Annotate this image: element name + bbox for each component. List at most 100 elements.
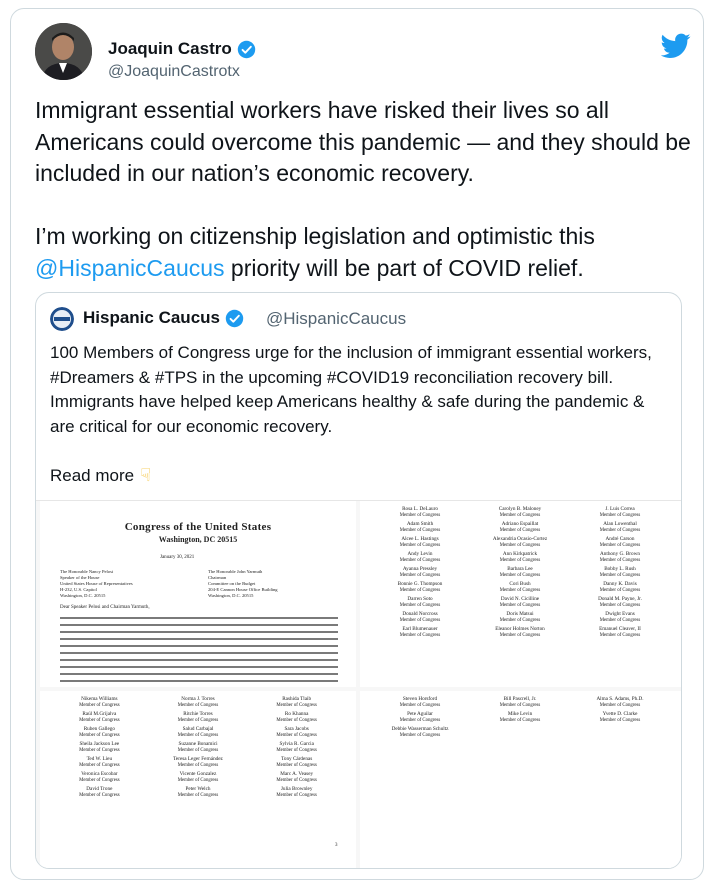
signer: Bonnie G. Thompson Member of Congress [370, 581, 470, 593]
signer-role: Member of Congress [79, 762, 120, 768]
signer-role: Member of Congress [399, 527, 441, 533]
signer-role: Member of Congress [599, 572, 641, 578]
quoted-tweet[interactable]: Hispanic Caucus @HispanicCaucus 100 Memb… [35, 292, 682, 869]
signer-role: Member of Congress [276, 702, 317, 708]
letter-date: January 30, 2021 [160, 555, 195, 560]
signer: Ro Khanna Member of Congress [247, 711, 346, 723]
author-avatar[interactable] [35, 23, 92, 80]
letter-image[interactable]: Congress of the United States Washington… [36, 500, 681, 868]
signer: Alma S. Adams, Ph.D. Member of Congress [570, 696, 670, 708]
signer: Darren Soto Member of Congress [370, 596, 470, 608]
letter-body-line [60, 652, 338, 654]
letter-body-line [60, 624, 338, 626]
signer-role: Member of Congress [276, 762, 317, 768]
author-name-text[interactable]: Joaquin Castro [108, 39, 232, 59]
signer: Alexandria Ocasio-Cortez Member of Congre… [470, 536, 570, 548]
signer: Earl Blumenauer Member of Congress [370, 626, 470, 638]
signer: Marc A. Veasey Member of Congress [247, 771, 346, 783]
signer-role: Member of Congress [177, 777, 219, 783]
letter-page-4: Steven Horsford Member of Congress Bill Pa… [360, 691, 681, 868]
signer: Nikema Williams Member of Congress [50, 696, 149, 708]
quote-author-avatar[interactable] [50, 307, 74, 331]
letter-body-line [60, 659, 338, 661]
signer: Julia Brownley Member of Congress [247, 786, 346, 798]
signer-role: Member of Congress [79, 792, 120, 798]
signer: Danny K. Davis Member of Congress [570, 581, 670, 593]
signer: Pete Aguilar Member of Congress [370, 711, 470, 723]
signer-role: Member of Congress [177, 792, 219, 798]
quote-text: 100 Members of Congress urge for the inc… [50, 343, 652, 436]
signer-role: Member of Congress [399, 542, 441, 548]
signer-role: Member of Congress [599, 632, 641, 638]
pointing-down-icon: ☟ [140, 465, 152, 485]
letter-page-1: Congress of the United States Washington… [40, 501, 356, 687]
read-more-link[interactable]: Read more ☟ [50, 465, 151, 486]
signer-role: Member of Congress [399, 617, 441, 623]
signer: Yvette D. Clarke Member of Congress [570, 711, 670, 723]
signer-role: Member of Congress [399, 512, 441, 518]
addressee-left: The Honorable Nancy Pelosi Speaker of th… [60, 569, 133, 598]
signer-role: Member of Congress [499, 527, 541, 533]
letter-page-2: Rosa L. DeLauro Member of Congress Carolyn… [360, 501, 681, 687]
signer-role: Member of Congress [499, 717, 541, 723]
signer: Ted W. Lieu Member of Congress [50, 756, 149, 768]
signer-role: Member of Congress [399, 717, 441, 723]
signer-role: Member of Congress [599, 512, 641, 518]
signer: Bill Pascrell, Jr. Member of Congress [470, 696, 570, 708]
signer: Donald M. Payne, Jr. Member of Congress [570, 596, 670, 608]
signer-role: Member of Congress [599, 557, 641, 563]
signer: Eleanor Holmes Norton Member of Congress [470, 626, 570, 638]
signer: Rashida Tlaib Member of Congress [247, 696, 346, 708]
signer-role: Member of Congress [499, 587, 541, 593]
signer: Suzanne Bonamici Member of Congress [149, 741, 248, 753]
signer: Norma J. Torres Member of Congress [149, 696, 248, 708]
signer: Anthony G. Brown Member of Congress [570, 551, 670, 563]
signer: Vicente Gonzalez Member of Congress [149, 771, 248, 783]
signer: Veronica Escobar Member of Congress [50, 771, 149, 783]
signer: Raúl M.Grijalva Member of Congress [50, 711, 149, 723]
signer: Debbie Wasserman Schultz Member of Congre… [370, 726, 470, 738]
letter-header: Congress of the United States Washington… [40, 521, 356, 544]
signer: Doris Matsui Member of Congress [470, 611, 570, 623]
signer-role: Member of Congress [399, 572, 441, 578]
mention-link[interactable]: @HispanicCaucus [35, 255, 225, 281]
letter-city: Washington, DC 20515 [158, 535, 238, 544]
signer: Peter Welch Member of Congress [149, 786, 248, 798]
signer: Carolyn B. Maloney Member of Congress [470, 506, 570, 518]
signer: David Trone Member of Congress [50, 786, 149, 798]
signer-role: Member of Congress [499, 557, 541, 563]
signer-role: Member of Congress [177, 732, 219, 738]
signer: André Carson Member of Congress [570, 536, 670, 548]
signer: Sylvia R. Garcia Member of Congress [247, 741, 346, 753]
signature-grid: Rosa L. DeLauro Member of Congress Carolyn… [370, 506, 670, 642]
twitter-bird-icon[interactable] [661, 33, 691, 59]
quote-author-name-text[interactable]: Hispanic Caucus [83, 308, 220, 328]
signer: J. Luis Correa Member of Congress [570, 506, 670, 518]
letter-body-line [60, 666, 338, 668]
signer: Barbara Lee Member of Congress [470, 566, 570, 578]
letter-body-line [60, 680, 338, 682]
signer: Adam Smith Member of Congress [370, 521, 470, 533]
quote-author-handle[interactable]: @HispanicCaucus [266, 309, 406, 329]
signer-role: Member of Congress [499, 572, 541, 578]
letter-body-line [60, 631, 338, 633]
letter-body-line [60, 673, 338, 675]
verified-badge-icon [225, 309, 244, 327]
signer-role: Member of Congress [399, 587, 441, 593]
signer-role: Member of Congress [599, 717, 641, 723]
signer: Tony Cárdenas Member of Congress [247, 756, 346, 768]
signer-role: Member of Congress [79, 747, 120, 753]
author-name[interactable]: Joaquin Castro [108, 39, 256, 59]
quote-author-name[interactable]: Hispanic Caucus [83, 308, 244, 328]
signer: Alcee L. Hastings Member of Congress [370, 536, 470, 548]
signer-role: Member of Congress [599, 527, 641, 533]
letter-body-line [60, 645, 338, 647]
signature-grid: Steven Horsford Member of Congress Bill Pa… [370, 696, 670, 742]
signer: Rosa L. DeLauro Member of Congress [370, 506, 470, 518]
signer-role: Member of Congress [499, 617, 541, 623]
tweet-card[interactable]: Joaquin Castro @JoaquinCastrotx Immigran… [10, 8, 704, 880]
author-handle[interactable]: @JoaquinCastrotx [108, 63, 240, 81]
read-more-label[interactable]: Read more [50, 466, 134, 486]
signer: Andy Levin Member of Congress [370, 551, 470, 563]
signature-grid: Nikema Williams Member of Congress Norma J… [50, 696, 346, 802]
